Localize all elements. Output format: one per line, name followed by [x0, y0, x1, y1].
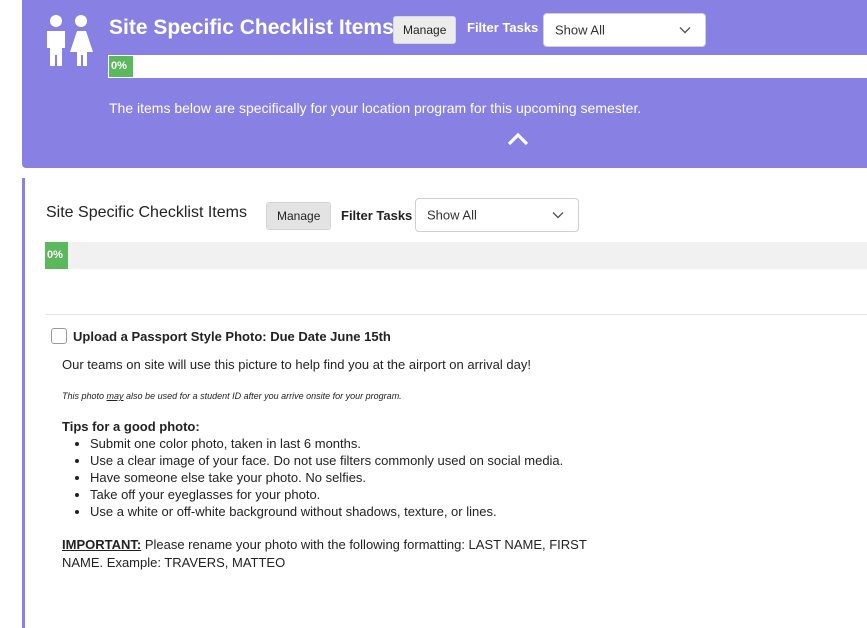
list-item: Take off your eyeglasses for your photo. — [90, 486, 592, 503]
hero-title: Site Specific Checklist Items — [109, 16, 394, 39]
task-checkbox[interactable] — [51, 328, 67, 344]
task-note-emphasis: may — [106, 391, 124, 401]
hero-subtitle: The items below are specifically for you… — [109, 100, 642, 116]
people-icon — [47, 15, 93, 66]
hero-header: Site Specific Checklist Items Manage Fil… — [22, 0, 867, 168]
hero-progress-bar: 0% — [108, 55, 867, 78]
list-item: Use a white or off-white background with… — [90, 503, 592, 520]
list-item: Use a clear image of your face. Do not u… — [90, 452, 592, 469]
list-item: Submit one color photo, taken in last 6 … — [90, 435, 592, 452]
important-label: IMPORTANT: — [62, 537, 142, 552]
card-progress-fill: 0% — [45, 242, 68, 269]
hero-filter-value: Show All — [555, 22, 605, 38]
hero-filter-select[interactable]: Show All — [543, 13, 706, 47]
important-note: IMPORTANT: Please rename your photo with… — [62, 536, 592, 572]
checklist-card: Site Specific Checklist Items Manage Fil… — [22, 178, 867, 628]
hero-filter-label: Filter Tasks — [467, 20, 539, 35]
card-filter-value: Show All — [427, 207, 477, 223]
task-note: This photo may also be used for a studen… — [62, 390, 592, 402]
divider — [45, 314, 867, 315]
card-title: Site Specific Checklist Items — [46, 204, 247, 221]
tips-heading: Tips for a good photo: — [62, 419, 200, 434]
tips-list: Submit one color photo, taken in last 6 … — [62, 435, 592, 520]
important-text: Please rename your photo with the follow… — [62, 537, 587, 570]
hero-progress-fill: 0% — [109, 56, 133, 77]
task-title: Upload a Passport Style Photo: Due Date … — [73, 329, 391, 344]
task-note-suffix: also be used for a student ID after you … — [123, 391, 402, 401]
task-description: Our teams on site will use this picture … — [62, 357, 531, 372]
list-item: Have someone else take your photo. No se… — [90, 469, 592, 486]
card-filter-select[interactable]: Show All — [415, 198, 579, 232]
task-note-prefix: This photo — [62, 391, 107, 401]
chevron-up-icon[interactable] — [506, 131, 530, 147]
chevron-down-icon — [552, 212, 564, 219]
card-filter-label: Filter Tasks — [341, 208, 413, 223]
card-progress-bar: 0% — [45, 242, 867, 269]
hero-manage-button[interactable]: Manage — [393, 16, 457, 44]
chevron-down-icon — [679, 27, 691, 34]
task-body: Our teams on site will use this picture … — [62, 356, 592, 572]
card-manage-button[interactable]: Manage — [266, 202, 332, 230]
page: Site Specific Checklist Items Manage Fil… — [0, 0, 867, 628]
